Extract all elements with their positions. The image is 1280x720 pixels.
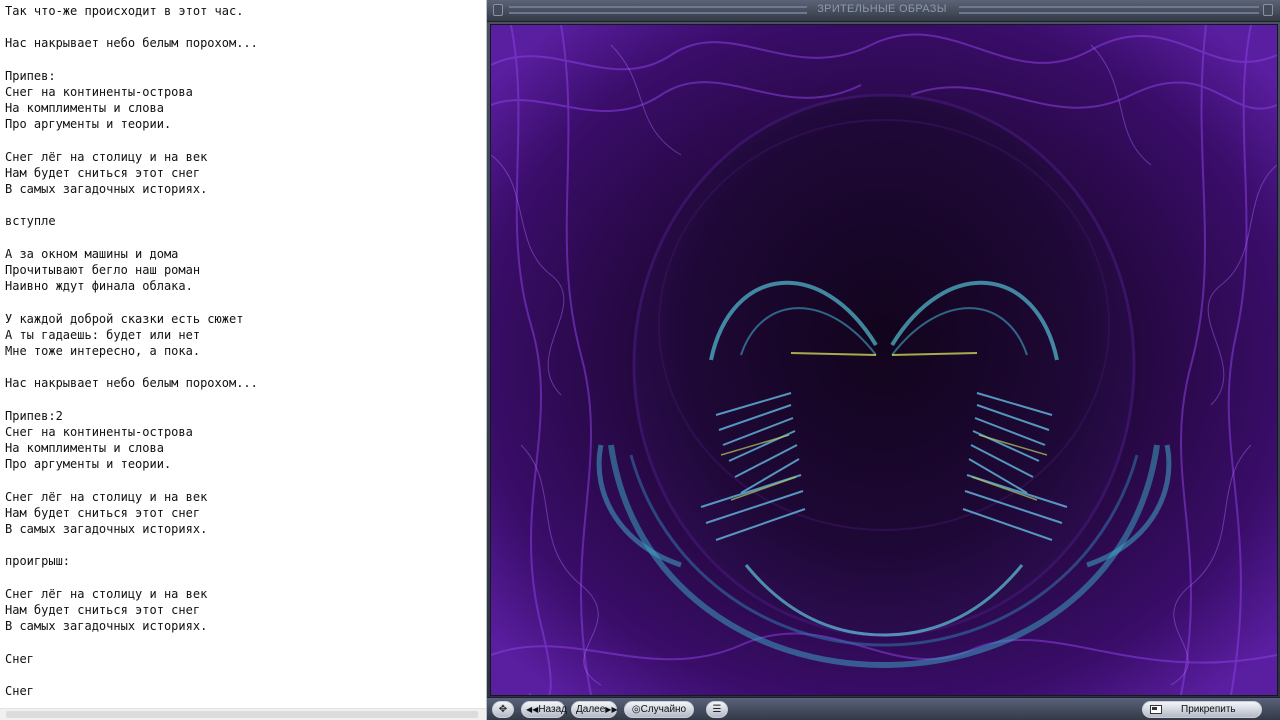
text-line — [5, 667, 480, 683]
text-line: Припев:2 — [5, 408, 63, 423]
shuffle-icon: ◎ — [631, 704, 641, 715]
text-line: Снег лёг на столицу и на век — [5, 489, 208, 504]
title-notch-right — [1263, 4, 1273, 16]
back-button[interactable]: ◀◀Назад — [521, 701, 567, 718]
text-line: Прочитывают бегло наш роман — [5, 263, 201, 277]
text-line: Нам будет сниться этот снег — [5, 602, 201, 617]
visualization-title: ЗРИТЕЛЬНЫЕ ОБРАЗЫ — [817, 3, 947, 15]
fast-forward-icon: ▶▶ — [605, 705, 618, 714]
text-line: Снег на континенты-острова — [5, 424, 193, 439]
text-line: Нас накрывает небо белым порохом... — [5, 36, 258, 51]
player-titlebar: ЗРИТЕЛЬНЫЕ ОБРАЗЫ — [487, 0, 1280, 22]
next-button-label: Далее — [576, 704, 606, 715]
text-line: Про аргументы и теории. — [5, 457, 172, 472]
text-line: Нас накрывает небо белым порохом... — [5, 376, 258, 391]
text-line — [5, 359, 480, 375]
text-line: Припев: — [5, 68, 56, 83]
text-line: Снег на континенты-острова — [5, 84, 193, 99]
visualization-canvas[interactable] — [490, 24, 1278, 696]
text-line: Так что-же происходит в этот час. — [5, 4, 244, 18]
text-line — [5, 133, 480, 149]
text-line: Снег — [5, 651, 34, 666]
text-line: На комплименты и слова — [5, 101, 164, 116]
list-icon[interactable]: ☰ — [706, 701, 728, 718]
media-player: ЗРИТЕЛЬНЫЕ ОБРАЗЫ ✥ ◀◀Назад Далее▶▶ ◎Слу… — [487, 0, 1280, 720]
back-button-label: Назад — [538, 704, 567, 715]
text-line: Про аргументы и теории. — [5, 117, 172, 132]
text-line — [5, 570, 480, 586]
text-line: В самых загадочных историях. — [5, 522, 208, 536]
text-line — [5, 537, 480, 553]
text-line: Нам будет сниться этот снег — [5, 505, 201, 520]
next-button[interactable]: Далее▶▶ — [571, 701, 618, 718]
dock-button-label: Прикрепить — [1181, 704, 1236, 715]
player-controls: ✥ ◀◀Назад Далее▶▶ ◎Случайно ☰ Прикрепить — [487, 697, 1280, 720]
scrollbar-thumb[interactable] — [6, 711, 478, 718]
text-line — [5, 197, 480, 213]
text-line: В самых загадочных историях. — [5, 619, 208, 634]
horizontal-scrollbar[interactable] — [0, 708, 486, 720]
text-line: А за окном машины и дома — [5, 246, 179, 261]
text-line: проигрыш: — [5, 554, 71, 569]
shuffle-button-label: Случайно — [640, 704, 687, 715]
dock-icon — [1150, 705, 1162, 714]
text-line: В самых загадочных историях. — [5, 182, 208, 197]
shuffle-button[interactable]: ◎Случайно — [624, 701, 694, 718]
text-line: Снег лёг на столицу и на век — [5, 586, 208, 601]
text-line — [5, 634, 480, 650]
text-line — [5, 472, 480, 488]
text-line: Снег — [5, 683, 34, 698]
text-line — [5, 392, 480, 408]
text-line: На комплименты и слова — [5, 441, 164, 456]
title-groove — [959, 6, 1259, 14]
text-line — [5, 294, 480, 310]
fullscreen-icon[interactable]: ✥ — [492, 701, 514, 718]
text-line: Наивно ждут финала облака. — [5, 279, 193, 294]
text-line — [5, 230, 480, 246]
rewind-icon: ◀◀ — [526, 705, 539, 714]
title-groove — [509, 6, 807, 14]
text-line — [5, 19, 480, 35]
lyrics-text[interactable]: Так что-же происходит в этот час. Нас нак… — [5, 3, 480, 708]
visualization-graphic — [491, 25, 1277, 695]
text-line: Мне тоже интересно, а пока. — [5, 343, 201, 358]
text-line: У каждой доброй сказки есть сюжет — [5, 311, 244, 326]
text-line — [5, 52, 480, 68]
text-line: Нам будет сниться этот снег — [5, 165, 201, 180]
text-editor[interactable]: Так что-же происходит в этот час. Нас нак… — [0, 0, 487, 720]
dock-button[interactable]: Прикрепить — [1142, 701, 1262, 718]
text-line: вступле — [5, 214, 56, 229]
title-notch-left — [493, 4, 503, 16]
text-line: А ты гадаешь: будет или нет — [5, 327, 201, 342]
text-line: Снег лёг на столицу и на век — [5, 149, 208, 164]
